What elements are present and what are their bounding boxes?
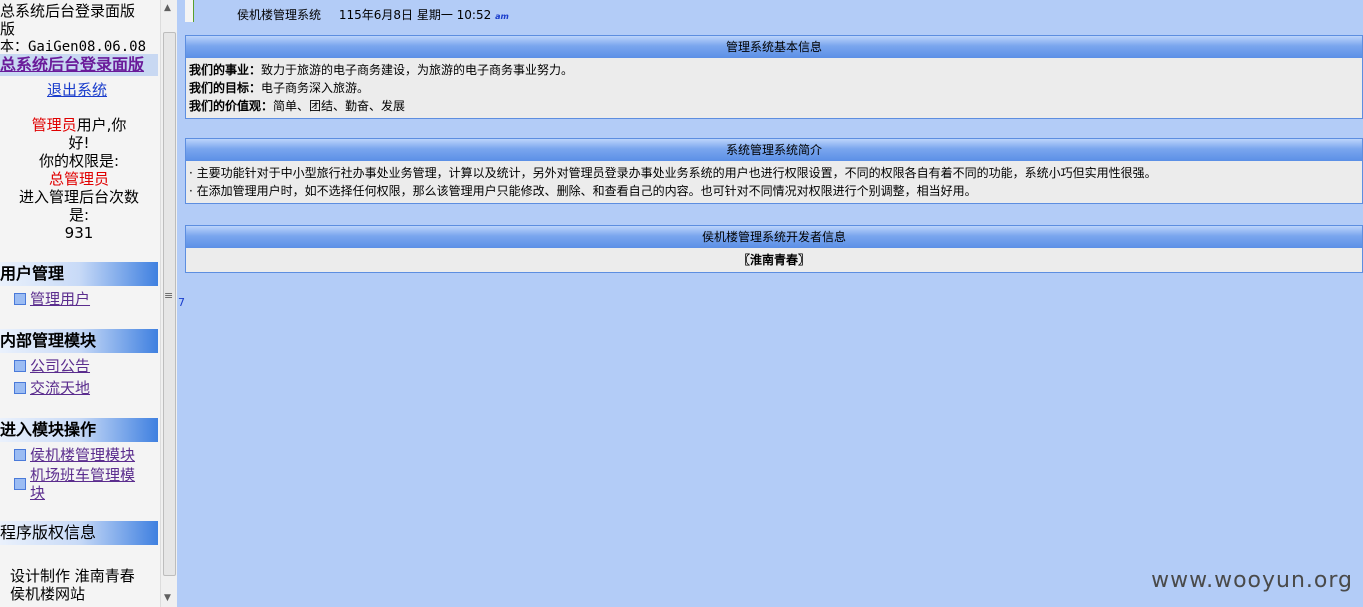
login-count-label: 进入管理后台次数	[18, 188, 139, 206]
panel-developer: 侯机楼管理系统开发者信息 〖淮南青春〗	[185, 225, 1363, 273]
logout-link[interactable]: 退出系统	[47, 79, 107, 100]
main-content: 侯机楼管理系统 115年6月8日 星期一 10:52 am 管理系统基本信息 我…	[185, 0, 1363, 607]
scrollbar-thumb[interactable]	[163, 32, 176, 576]
panel-intro: 系统管理系统简介 · 主要功能针对于中小型旅行社办事处业务管理，计算以及统计，另…	[185, 138, 1363, 204]
left-sidebar: 总系统后台登录面版 版 本：GaiGen08.06.08 总系统后台登录面版 退…	[0, 0, 160, 607]
info-row: 我们的事业：致力于旅游的电子商务建设，为旅游的电子商务事业努力。	[189, 63, 574, 77]
sidebar-item-announcements[interactable]: 公司公告	[14, 357, 90, 375]
greeting-text: 用户,你	[76, 116, 127, 134]
info-row: 我们的目标：电子商务深入旅游。	[189, 81, 370, 95]
sidebar-item-forum[interactable]: 交流天地	[14, 379, 90, 397]
section-module-operations: 进入模块操作	[0, 418, 158, 442]
permission-value: 总管理员	[48, 170, 109, 188]
square-bullet-icon	[14, 382, 26, 394]
sidebar-item-manage-users[interactable]: 管理用户	[14, 290, 90, 308]
frame-grip-icon[interactable]: ≡	[164, 289, 173, 302]
intro-line: · 主要功能针对于中小型旅行社办事处业务管理，计算以及统计，另外对管理员登录办事…	[189, 166, 1157, 180]
login-count-value: 931	[64, 224, 94, 242]
user-info: 管理员用户,你 好! 你的权限是: 总管理员 进入管理后台次数 是: 931	[0, 116, 158, 242]
scroll-up-icon[interactable]: ▲	[164, 3, 171, 13]
version-label: 本：GaiGen08.06.08	[0, 39, 147, 55]
sidebar-title: 总系统后台登录面版	[0, 2, 136, 20]
panel-intro-title: 系统管理系统简介	[186, 139, 1362, 161]
square-bullet-icon	[14, 360, 26, 372]
role-label: 管理员	[31, 116, 77, 134]
section-internal-modules: 内部管理模块	[0, 329, 158, 353]
panel-basic-info: 管理系统基本信息 我们的事业：致力于旅游的电子商务建设，为旅游的电子商务事业努力…	[185, 35, 1363, 119]
section-copyright: 程序版权信息	[0, 521, 158, 545]
permission-label: 你的权限是:	[38, 152, 120, 170]
developer-name: 〖淮南青春〗	[737, 253, 810, 267]
topbar: 侯机楼管理系统 115年6月8日 星期一 10:52 am	[237, 6, 837, 24]
system-name: 侯机楼管理系统	[237, 8, 322, 22]
info-row: 我们的价值观：简单、团结、勤奋、发展	[189, 99, 406, 113]
current-datetime: 115年6月8日 星期一 10:52	[338, 8, 492, 22]
panel-basic-info-title: 管理系统基本信息	[186, 36, 1362, 58]
home-link[interactable]: 总系统后台登录面版	[0, 54, 158, 76]
watermark: www.wooyun.org	[1151, 568, 1353, 593]
credit-line-2: 侯机楼网站	[10, 585, 86, 603]
scroll-down-icon[interactable]: ▼	[164, 593, 171, 603]
square-bullet-icon	[14, 478, 26, 490]
login-count-label-2: 是:	[68, 206, 90, 224]
sidebar-scrollbar[interactable]: ▲ ▼	[160, 0, 177, 607]
square-bullet-icon	[14, 293, 26, 305]
frame-marker: 7	[178, 296, 185, 309]
sidebar-item-shuttle-module[interactable]: 机场班车管理模块	[14, 466, 154, 502]
greeting-text-2: 好!	[68, 134, 90, 152]
topbar-edge	[185, 0, 194, 22]
section-user-management: 用户管理	[0, 262, 158, 286]
sidebar-item-terminal-module[interactable]: 侯机楼管理模块	[14, 446, 135, 464]
panel-developer-title: 侯机楼管理系统开发者信息	[186, 226, 1362, 248]
ampm-label: am	[495, 12, 509, 21]
square-bullet-icon	[14, 449, 26, 461]
intro-line: · 在添加管理用户时，如不选择任何权限，那么该管理用户只能修改、删除、和查看自己…	[189, 184, 977, 198]
